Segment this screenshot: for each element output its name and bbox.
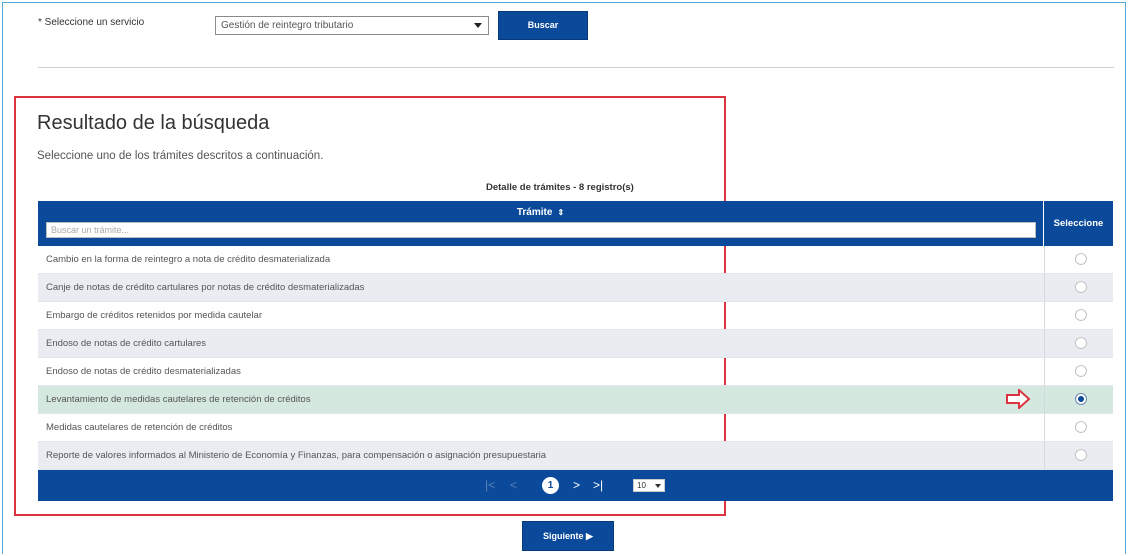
column-header-tramite-label[interactable]: Trámite ⇕: [38, 207, 1043, 218]
tramite-name: Reporte de valores informados al Ministe…: [46, 450, 547, 461]
current-page-indicator[interactable]: 1: [542, 477, 559, 494]
column-separator: [1044, 274, 1045, 301]
table-row[interactable]: Levantamiento de medidas cautelares de r…: [38, 386, 1113, 414]
column-header-tramite-text: Trámite: [516, 207, 553, 218]
pagination-bar: |< < 1 > >| 10: [38, 470, 1113, 501]
next-page-button[interactable]: >: [573, 478, 580, 492]
chevron-down-icon: [474, 23, 482, 28]
tramite-name: Medidas cautelares de retención de crédi…: [46, 422, 233, 433]
tramites-table: Trámite ⇕ Buscar un trámite... Seleccione…: [38, 201, 1113, 501]
first-page-button[interactable]: |<: [485, 478, 495, 492]
arrow-right-icon: [1006, 389, 1031, 409]
tramite-name: Endoso de notas de crédito desmaterializ…: [46, 366, 241, 377]
select-radio[interactable]: [1075, 253, 1087, 265]
select-radio[interactable]: [1075, 337, 1087, 349]
select-radio[interactable]: [1075, 421, 1087, 433]
tramite-name: Canje de notas de crédito cartulares por…: [46, 282, 365, 293]
column-separator: [1044, 246, 1045, 273]
results-detail-count: Detalle de trámites - 8 registro(s): [486, 182, 634, 193]
table-header: Trámite ⇕ Buscar un trámite... Seleccione: [38, 201, 1113, 246]
service-label: * Seleccione un servicio: [38, 17, 145, 28]
page-size-value: 10: [637, 481, 646, 490]
table-row[interactable]: Embargo de créditos retenidos por medida…: [38, 302, 1113, 330]
next-button[interactable]: Siguiente ▶: [522, 521, 614, 551]
tramite-name: Cambio en la forma de reintegro a nota d…: [46, 254, 331, 265]
column-separator: [1044, 330, 1045, 357]
table-row[interactable]: Endoso de notas de crédito cartulares: [38, 330, 1113, 358]
chevron-down-icon: [655, 484, 661, 488]
select-radio[interactable]: [1075, 309, 1087, 321]
select-radio[interactable]: [1075, 449, 1087, 461]
search-button[interactable]: Buscar: [498, 11, 588, 40]
table-row[interactable]: Medidas cautelares de retención de crédi…: [38, 414, 1113, 442]
tramite-name: Embargo de créditos retenidos por medida…: [46, 310, 262, 321]
tramite-filter-input[interactable]: Buscar un trámite...: [46, 222, 1036, 238]
column-separator: [1044, 358, 1045, 385]
table-row[interactable]: Cambio en la forma de reintegro a nota d…: [38, 246, 1113, 274]
table-row[interactable]: Endoso de notas de crédito desmaterializ…: [38, 358, 1113, 386]
tramite-name: Endoso de notas de crédito cartulares: [46, 338, 207, 349]
results-title: Resultado de la búsqueda: [37, 112, 270, 134]
results-subtitle: Seleccione uno de los trámites descritos…: [37, 150, 324, 162]
column-separator: [1044, 386, 1045, 413]
sort-icon[interactable]: ⇕: [557, 208, 564, 217]
table-row[interactable]: Canje de notas de crédito cartulares por…: [38, 274, 1113, 302]
select-radio[interactable]: [1075, 281, 1087, 293]
last-page-button[interactable]: >|: [593, 478, 603, 492]
tramite-name: Levantamiento de medidas cautelares de r…: [46, 394, 311, 405]
select-radio[interactable]: [1075, 393, 1087, 405]
column-header-select: Seleccione: [1053, 218, 1104, 229]
page-size-select[interactable]: 10: [633, 479, 665, 492]
service-select-value: Gestión de reintegro tributario: [221, 20, 354, 31]
prev-page-button[interactable]: <: [510, 478, 517, 492]
table-row[interactable]: Reporte de valores informados al Ministe…: [38, 442, 1113, 470]
column-header-tramite: Trámite ⇕ Buscar un trámite...: [38, 201, 1044, 246]
column-separator: [1044, 302, 1045, 329]
select-radio[interactable]: [1075, 365, 1087, 377]
table-body: Cambio en la forma de reintegro a nota d…: [38, 246, 1113, 470]
column-separator: [1044, 442, 1045, 469]
divider: [38, 67, 1114, 68]
column-separator: [1044, 414, 1045, 441]
service-select[interactable]: Gestión de reintegro tributario: [215, 16, 489, 35]
